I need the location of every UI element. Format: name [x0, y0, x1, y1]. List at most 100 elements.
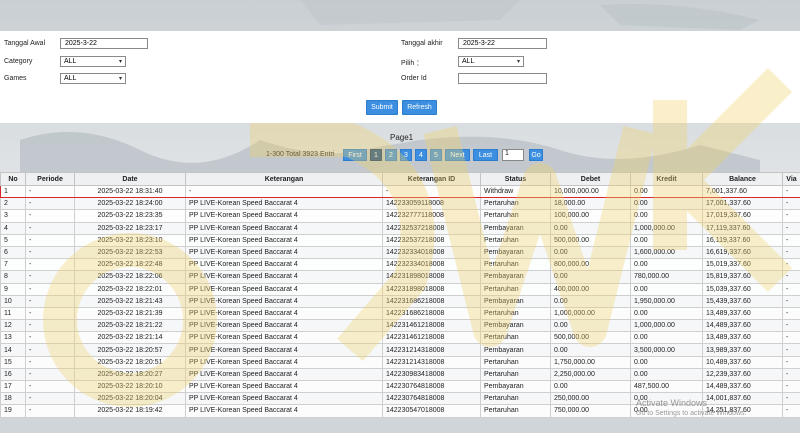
chevron-down-icon: ▾: [118, 76, 122, 82]
table-cell: 800,000.00: [550, 258, 631, 272]
keterangan-id-link[interactable]: 142231686218008: [382, 306, 481, 321]
table-cell: 10: [0, 294, 26, 308]
table-row[interactable]: 8-2025-03-22 18:22:06 PP LIVE-Korean Spee…: [0, 270, 800, 284]
table-cell: -: [25, 209, 75, 223]
table-cell: 1,000,000.00: [550, 306, 631, 321]
table-cell: -: [782, 306, 800, 321]
keterangan-id-link[interactable]: 142231686218008: [382, 294, 481, 308]
table-cell: -: [25, 379, 75, 394]
table-cell: 15,439,337.60: [702, 294, 783, 308]
keterangan-id-link[interactable]: 142231461218008: [382, 319, 481, 333]
transaction-table: No Periode Date Keterangan Keterangan ID Stat…: [0, 172, 800, 418]
pager-page-3[interactable]: 3: [400, 149, 412, 161]
games-select[interactable]: ALL ▾: [60, 73, 126, 84]
pager-go-button[interactable]: Go: [529, 149, 543, 161]
keterangan-id-link[interactable]: 142231898018008: [382, 270, 481, 284]
pager-first-button[interactable]: First: [343, 149, 367, 161]
table-row[interactable]: 16-2025-03-22 18:20:27 PP LIVE-Korean Spe…: [0, 367, 800, 382]
keterangan-id-link[interactable]: 142232537218008: [382, 221, 481, 235]
order-id-label: Order Id: [401, 75, 427, 82]
table-cell: 2025-03-22 18:21:43: [74, 294, 186, 308]
table-cell: Pertaruhan: [480, 404, 551, 418]
refresh-button[interactable]: Refresh: [402, 100, 437, 115]
submit-button[interactable]: Submit: [366, 100, 398, 115]
table-row[interactable]: 6-2025-03-22 18:22:53 PP LIVE-Korean Spee…: [0, 245, 800, 260]
keterangan-id-link[interactable]: 142232334018008: [382, 245, 481, 260]
keterangan-id-link[interactable]: 142230764818008: [382, 379, 481, 394]
table-cell: -: [782, 245, 800, 260]
table-cell: 17: [0, 379, 26, 394]
keterangan-id-link[interactable]: 142231214318008: [382, 355, 481, 369]
table-cell: 10,489,337.60: [702, 355, 783, 369]
table-row[interactable]: 3-2025-03-22 18:23:35 PP LIVE-Korean Spee…: [0, 209, 800, 223]
table-row[interactable]: 7-2025-03-22 18:22:48 PP LIVE-Korean Spee…: [0, 258, 800, 272]
table-row[interactable]: 11-2025-03-22 18:21:39 PP LIVE-Korean Spe…: [0, 306, 800, 321]
table-row[interactable]: 13-2025-03-22 18:21:14 PP LIVE-Korean Spe…: [0, 331, 800, 345]
table-cell: Pertaruhan: [480, 233, 551, 247]
table-row[interactable]: 17-2025-03-22 18:20:10 PP LIVE-Korean Spe…: [0, 379, 800, 394]
table-row[interactable]: 4-2025-03-22 18:23:17 PP LIVE-Korean Spee…: [0, 221, 800, 235]
table-cell: -: [782, 270, 800, 284]
pager-page-2[interactable]: 2: [385, 149, 397, 161]
order-id-input[interactable]: [458, 73, 547, 84]
keterangan-id-link[interactable]: 142231461218008: [382, 331, 481, 345]
table-cell: PP LIVE-Korean Speed Baccarat 4: [185, 379, 383, 394]
keterangan-id-link[interactable]: 142232334018008: [382, 258, 481, 272]
table-cell: -: [782, 404, 800, 418]
pager-page-5[interactable]: 5: [430, 149, 442, 161]
tanggal-akhir-input[interactable]: 2025-3-22: [458, 38, 547, 49]
category-select[interactable]: ALL ▾: [60, 56, 126, 67]
pager-page-1[interactable]: 1: [370, 149, 382, 161]
table-cell: -: [25, 282, 75, 296]
table-cell: 15: [0, 355, 26, 369]
table-row[interactable]: 12-2025-03-22 18:21:22 PP LIVE-Korean Spe…: [0, 319, 800, 333]
table-cell: -: [25, 270, 75, 284]
pilih-select[interactable]: ALL ▾: [458, 56, 524, 67]
activate-title: Activate Windows: [636, 398, 708, 408]
pilih-label: Pilih ：: [401, 60, 424, 67]
keterangan-id-link[interactable]: 142230764818008: [382, 392, 481, 406]
table-cell: 100,000.00: [550, 209, 631, 223]
table-row[interactable]: 2-2025-03-22 18:24:00 PP LIVE-Korean Spee…: [0, 197, 800, 211]
tanggal-awal-input[interactable]: 2025-3-22: [60, 38, 148, 49]
table-cell: 2025-03-22 18:20:10: [74, 379, 186, 394]
table-cell: 17,001,337.60: [702, 197, 783, 211]
table-cell: 0.00: [630, 233, 703, 247]
keterangan-id-link[interactable]: 142231214318008: [382, 343, 481, 357]
table-cell: 15,039,337.60: [702, 282, 783, 296]
table-row[interactable]: 1-2025-03-22 18:31:40- - Withdraw 10,000,00…: [0, 184, 800, 199]
keterangan-id-link[interactable]: 142231898018008: [382, 282, 481, 296]
pager-last-button[interactable]: Last: [473, 149, 498, 161]
keterangan-id-link[interactable]: 142233059118008: [382, 197, 481, 211]
pager-next-button[interactable]: Next: [445, 149, 470, 161]
table-row[interactable]: 10-2025-03-22 18:21:43 PP LIVE-Korean Spe…: [0, 294, 800, 308]
table-cell: 2025-03-22 18:19:42: [74, 404, 186, 418]
table-cell: 13,989,337.60: [702, 343, 783, 357]
pager-page-4[interactable]: 4: [415, 149, 427, 161]
table-row[interactable]: 9-2025-03-22 18:22:01 PP LIVE-Korean Spee…: [0, 282, 800, 296]
table-cell: 16,119,337.60: [702, 233, 783, 247]
table-row[interactable]: 14-2025-03-22 18:20:57 PP LIVE-Korean Spe…: [0, 343, 800, 357]
pagination-bar: Page1 1-300 Total 3923 Entri First 1 2 3…: [0, 123, 800, 168]
table-cell: 0.00: [550, 379, 631, 394]
column-header: Via: [782, 172, 800, 186]
table-row[interactable]: 5-2025-03-22 18:23:10 PP LIVE-Korean Spee…: [0, 233, 800, 247]
keterangan-id-link[interactable]: 142230547018008: [382, 404, 481, 418]
table-cell: -: [25, 221, 75, 235]
table-cell: PP LIVE-Korean Speed Baccarat 4: [185, 367, 383, 382]
table-cell: 2025-03-22 18:22:53: [74, 245, 186, 260]
table-cell: -: [782, 282, 800, 296]
pager-page-input[interactable]: 1: [502, 149, 524, 161]
table-cell: 0.00: [550, 343, 631, 357]
keterangan-id-link[interactable]: 142230983418008: [382, 367, 481, 382]
keterangan-id-link[interactable]: 142232537218008: [382, 233, 481, 247]
table-cell: 0.00: [630, 355, 703, 369]
chevron-down-icon: ▾: [516, 59, 520, 65]
table-cell: Pertaruhan: [480, 306, 551, 321]
keterangan-id-link[interactable]: 142232777118008: [382, 209, 481, 223]
column-header: Status: [480, 172, 551, 186]
table-cell: Pertaruhan: [480, 392, 551, 406]
table-cell: -: [185, 184, 383, 199]
table-row[interactable]: 15-2025-03-22 18:20:51 PP LIVE-Korean Spe…: [0, 355, 800, 369]
table-cell: 18,000.00: [550, 197, 631, 211]
